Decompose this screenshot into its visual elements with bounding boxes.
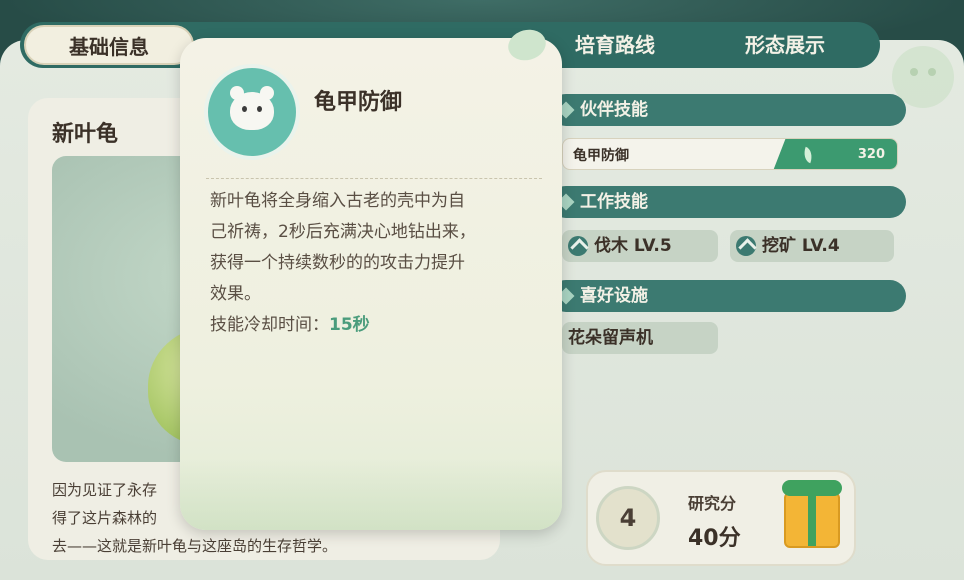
creature-name: 新叶龟 bbox=[52, 122, 119, 147]
description-line: 去——这就是新叶龟与这座岛的生存哲学。 bbox=[52, 537, 338, 555]
bear-eye bbox=[257, 106, 262, 112]
tooltip-description: 新叶龟将全身缩入古老的壳中为自 己祈祷，2秒后充满决心地钻出来， 获得一个持续数… bbox=[210, 186, 476, 310]
bear-face bbox=[230, 86, 274, 130]
hill-decoration bbox=[180, 458, 562, 530]
tooltip-desc-line: 新叶龟将全身缩入古老的壳中为自 bbox=[210, 191, 465, 211]
divider bbox=[206, 178, 542, 179]
tab-form-display[interactable]: 形态展示 bbox=[720, 22, 850, 68]
work-skill-label: 挖矿 LV.4 bbox=[762, 236, 840, 256]
cooldown-label: 技能冷却时间： bbox=[210, 315, 329, 335]
research-box[interactable]: 4 研究分 40分 bbox=[586, 470, 856, 566]
bear-eye bbox=[242, 106, 247, 112]
pickaxe-icon bbox=[736, 236, 756, 256]
work-skill-label: 伐木 LV.5 bbox=[594, 236, 672, 256]
research-value: 40分 bbox=[688, 526, 741, 551]
research-level: 4 bbox=[596, 486, 660, 550]
skill-value-bar: 320 bbox=[773, 139, 897, 169]
favorite-facility[interactable]: 花朵留声机 bbox=[562, 322, 718, 354]
bear-skill-icon bbox=[204, 64, 300, 160]
section-title: 喜好设施 bbox=[580, 286, 648, 306]
leaf-icon bbox=[800, 146, 816, 164]
cooldown-info: 技能冷却时间：15秒 bbox=[210, 310, 370, 335]
work-skill-header: 工作技能 bbox=[550, 186, 906, 218]
partner-skill-row[interactable]: 龟甲防御 320 bbox=[562, 138, 898, 170]
axe-icon bbox=[568, 236, 588, 256]
cooldown-value: 15秒 bbox=[329, 315, 370, 335]
work-skill-mining[interactable]: 挖矿 LV.4 bbox=[730, 230, 894, 262]
work-skill-logging[interactable]: 伐木 LV.5 bbox=[562, 230, 718, 262]
gift-box-icon[interactable] bbox=[782, 480, 842, 548]
tooltip-desc-line: 己祈祷，2秒后充满决心地钻出来， bbox=[210, 222, 476, 242]
tooltip-desc-line: 获得一个持续数秒的的攻击力提升 bbox=[210, 253, 465, 273]
partner-skill-name: 龟甲防御 bbox=[573, 148, 629, 164]
tab-breeding-route[interactable]: 培育路线 bbox=[550, 22, 680, 68]
section-title: 工作技能 bbox=[580, 192, 648, 212]
partner-skill-header: 伙伴技能 bbox=[550, 94, 906, 126]
skill-tooltip: 龟甲防御 新叶龟将全身缩入古老的壳中为自 己祈祷，2秒后充满决心地钻出来， 获得… bbox=[180, 25, 562, 530]
skill-value: 320 bbox=[857, 147, 885, 162]
research-label: 研究分 bbox=[688, 494, 737, 513]
tooltip-desc-line: 效果。 bbox=[210, 284, 261, 304]
facility-header: 喜好设施 bbox=[550, 280, 906, 312]
tab-basic-info[interactable]: 基础信息 bbox=[24, 25, 194, 65]
tooltip-title: 龟甲防御 bbox=[314, 90, 403, 115]
section-title: 伙伴技能 bbox=[580, 100, 648, 120]
